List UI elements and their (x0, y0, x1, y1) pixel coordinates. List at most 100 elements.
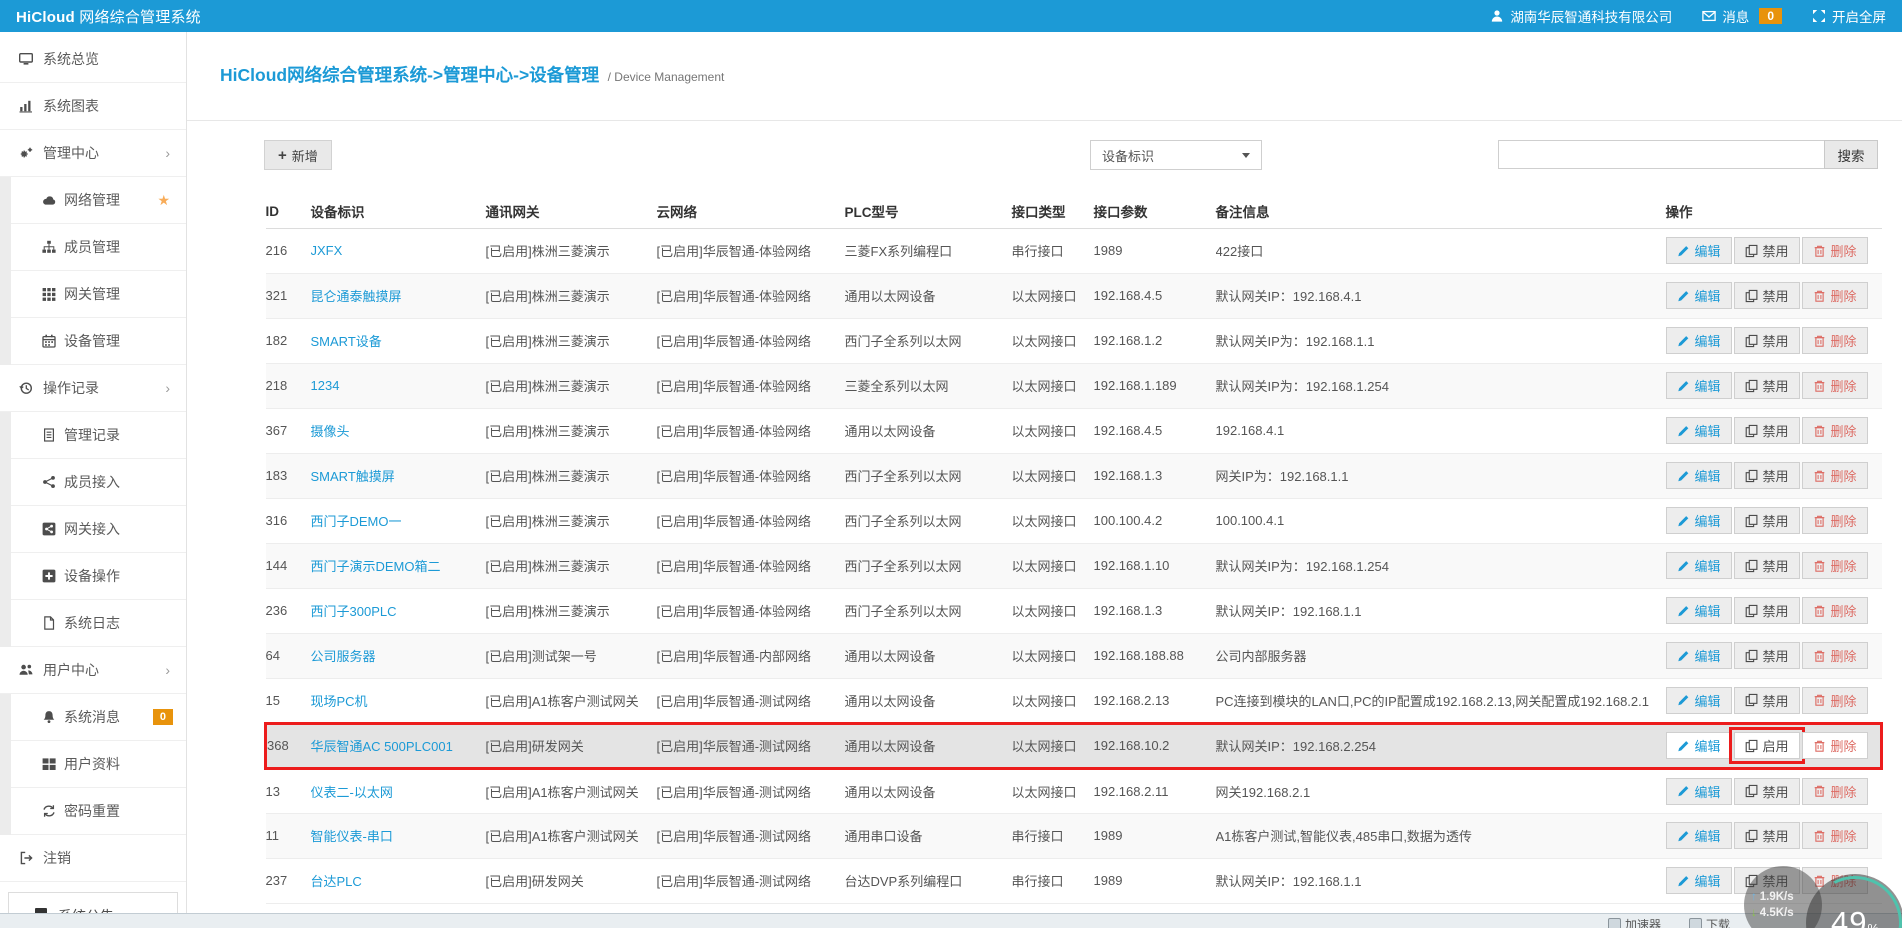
cell-device-name: SMART触摸屏 (311, 453, 486, 498)
cell-actions: 编辑禁用删除 (1666, 633, 1882, 678)
disable-button[interactable]: 禁用 (1734, 462, 1800, 489)
sidebar-item-member-management[interactable]: 成员管理 (0, 224, 186, 271)
sidebar-item-user-center[interactable]: 用户中心› (0, 647, 186, 694)
sidebar-item-system-logs[interactable]: 系统日志 (0, 600, 186, 647)
device-link[interactable]: 昆仑通泰触摸屏 (311, 289, 402, 304)
edit-button[interactable]: 编辑 (1666, 552, 1732, 579)
device-link[interactable]: 西门子300PLC (311, 604, 397, 619)
disable-button[interactable]: 禁用 (1734, 372, 1800, 399)
edit-button[interactable]: 编辑 (1666, 372, 1732, 399)
edit-button[interactable]: 编辑 (1666, 687, 1732, 714)
bottom-bar-item[interactable]: 下载 (1689, 916, 1730, 928)
device-link[interactable]: 西门子演示DEMO箱二 (311, 559, 441, 574)
delete-button[interactable]: 删除 (1802, 822, 1868, 849)
pencil-icon (1677, 829, 1690, 843)
sidebar-item-gateway-access[interactable]: 网关接入 (0, 506, 186, 553)
account-menu[interactable]: 湖南华辰智通科技有限公司 (1490, 6, 1672, 26)
delete-button[interactable]: 删除 (1802, 597, 1868, 624)
sidebar-item-operation-records[interactable]: 操作记录› (0, 365, 186, 412)
copy-icon (1745, 739, 1758, 753)
disable-button[interactable]: 禁用 (1734, 417, 1800, 444)
device-link[interactable]: SMART设备 (311, 334, 382, 349)
disable-button[interactable]: 禁用 (1734, 552, 1800, 579)
delete-button[interactable]: 删除 (1802, 732, 1868, 759)
sidebar-item-management-center[interactable]: 管理中心› (0, 130, 186, 177)
cell-actions: 编辑禁用删除 (1666, 768, 1882, 813)
cell-interface-param: 192.168.1.189 (1094, 363, 1216, 408)
delete-button[interactable]: 删除 (1802, 642, 1868, 669)
edit-button[interactable]: 编辑 (1666, 642, 1732, 669)
cell-device-name: 华辰智通AC 500PLC001 (311, 723, 486, 768)
device-link[interactable]: SMART触摸屏 (311, 469, 395, 484)
disable-button[interactable]: 禁用 (1734, 597, 1800, 624)
sidebar-item-member-access[interactable]: 成员接入 (0, 459, 186, 506)
edit-button[interactable]: 编辑 (1666, 507, 1732, 534)
device-link[interactable]: 1234 (311, 378, 340, 393)
device-link[interactable]: 智能仪表-串口 (311, 829, 393, 844)
sidebar-item-system-messages[interactable]: 系统消息0 (0, 694, 186, 741)
delete-button[interactable]: 删除 (1802, 462, 1868, 489)
delete-button[interactable]: 删除 (1802, 417, 1868, 444)
sidebar-item-network-management[interactable]: 网络管理★ (0, 177, 186, 224)
device-link[interactable]: 公司服务器 (311, 649, 376, 664)
disable-button[interactable]: 禁用 (1734, 687, 1800, 714)
device-link[interactable]: 台达PLC (311, 874, 362, 889)
sidebar-item-management-records[interactable]: 管理记录 (0, 412, 186, 459)
cell-interface-type: 以太网接口 (1012, 273, 1094, 318)
edit-button[interactable]: 编辑 (1666, 822, 1732, 849)
delete-button[interactable]: 删除 (1802, 778, 1868, 805)
device-filter-select[interactable]: 设备标识 (1090, 140, 1262, 170)
delete-button[interactable]: 删除 (1802, 552, 1868, 579)
delete-button[interactable]: 删除 (1802, 282, 1868, 309)
device-link[interactable]: JXFX (311, 243, 343, 258)
arrow-up-icon: ↑ (1751, 891, 1757, 903)
disable-button[interactable]: 禁用 (1734, 327, 1800, 354)
disable-button[interactable]: 禁用 (1734, 282, 1800, 309)
edit-button[interactable]: 编辑 (1666, 417, 1732, 444)
sidebar-item-system-overview[interactable]: 系统总览 (0, 36, 186, 83)
messages-menu[interactable]: 消息 0 (1702, 6, 1782, 26)
edit-button[interactable]: 编辑 (1666, 867, 1732, 894)
edit-button[interactable]: 编辑 (1666, 732, 1732, 759)
plus-square-icon (39, 569, 58, 583)
edit-button[interactable]: 编辑 (1666, 282, 1732, 309)
sidebar-item-password-reset[interactable]: 密码重置 (0, 788, 186, 835)
sidebar-badge-count: 0 (153, 709, 173, 725)
delete-button[interactable]: 删除 (1802, 372, 1868, 399)
edit-button[interactable]: 编辑 (1666, 462, 1732, 489)
sidebar-item-logout[interactable]: 注销 (0, 835, 186, 882)
device-table: ID设备标识通讯网关云网络PLC型号接口类型接口参数备注信息操作 216JXFX… (264, 195, 1883, 904)
device-link[interactable]: 华辰智通AC 500PLC001 (311, 739, 453, 754)
sidebar-item-user-profile[interactable]: 用户资料 (0, 741, 186, 788)
disable-button[interactable]: 禁用 (1734, 778, 1800, 805)
delete-button[interactable]: 删除 (1802, 327, 1868, 354)
search-button[interactable]: 搜索 (1824, 140, 1878, 169)
add-button[interactable]: + 新增 (264, 140, 332, 170)
edit-button[interactable]: 编辑 (1666, 597, 1732, 624)
disable-button[interactable]: 禁用 (1734, 822, 1800, 849)
device-link[interactable]: 仪表二-以太网 (311, 785, 393, 800)
device-link[interactable]: 摄像头 (311, 424, 350, 439)
device-link[interactable]: 西门子DEMO一 (311, 514, 402, 529)
disable-button[interactable]: 禁用 (1734, 642, 1800, 669)
delete-button[interactable]: 删除 (1802, 507, 1868, 534)
delete-button[interactable]: 删除 (1802, 237, 1868, 264)
sidebar-item-gateway-management[interactable]: 网关管理 (0, 271, 186, 318)
edit-button[interactable]: 编辑 (1666, 327, 1732, 354)
fullscreen-toggle[interactable]: 开启全屏 (1812, 6, 1886, 26)
disable-button[interactable]: 禁用 (1734, 507, 1800, 534)
sidebar-item-system-charts[interactable]: 系统图表 (0, 83, 186, 130)
device-link[interactable]: 现场PC机 (311, 694, 368, 709)
bottom-bar-item[interactable]: 加速器 (1608, 916, 1661, 928)
edit-button[interactable]: 编辑 (1666, 778, 1732, 805)
sidebar-item-device-management[interactable]: 设备管理 (0, 318, 186, 365)
edit-button[interactable]: 编辑 (1666, 237, 1732, 264)
delete-button[interactable]: 删除 (1802, 687, 1868, 714)
sidebar-item-device-operation[interactable]: 设备操作 (0, 553, 186, 600)
enable-button[interactable]: 启用 (1734, 732, 1800, 759)
search-input[interactable] (1498, 140, 1824, 169)
cell-cloud-network: [已启用]华辰智通-测试网络 (657, 678, 845, 723)
column-header: 备注信息 (1216, 195, 1666, 228)
disable-button[interactable]: 禁用 (1734, 237, 1800, 264)
brand-name: HiCloud (16, 9, 75, 26)
